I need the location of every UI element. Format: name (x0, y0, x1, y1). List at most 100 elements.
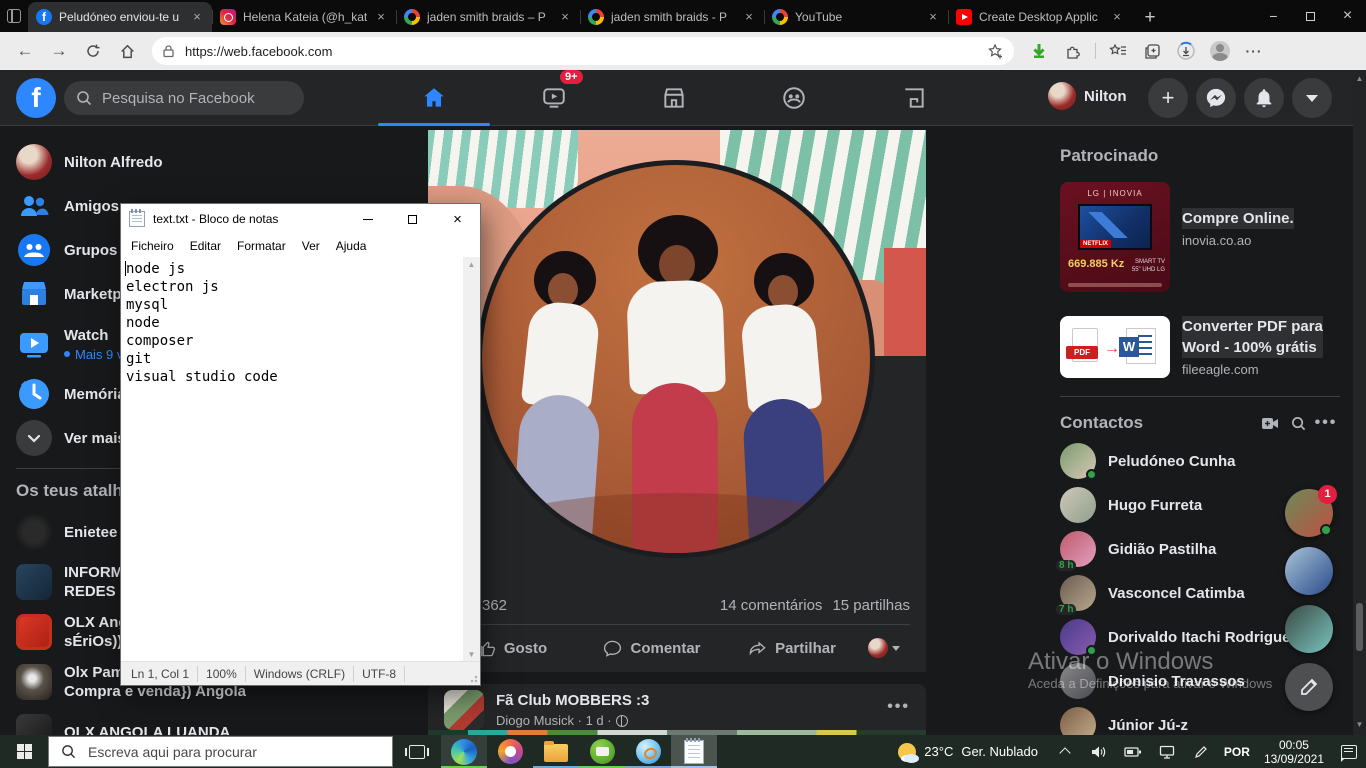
add-favorite-icon[interactable] (987, 43, 1004, 60)
page-name[interactable]: Fã Club MOBBERS :3 (496, 692, 649, 709)
taskbar-clock[interactable]: 00:05 13/09/2021 (1256, 735, 1332, 768)
notepad-close-button[interactable] (435, 204, 480, 234)
facebook-search[interactable] (64, 81, 304, 115)
sponsored-ad-lg[interactable]: LG | INOVIA NETFLIX 669.885 Kz SMART TV … (1044, 170, 1356, 292)
scroll-down-arrow[interactable]: ▼ (1353, 720, 1366, 729)
back-button[interactable]: ← (8, 36, 42, 66)
tab-close-icon[interactable] (742, 10, 756, 24)
tab-close-icon[interactable] (190, 10, 204, 24)
language-indicator[interactable]: POR (1218, 735, 1256, 768)
new-tab-button[interactable] (1136, 4, 1164, 32)
extensions-button[interactable] (1058, 36, 1088, 66)
tab-facebook[interactable]: Peludóneo enviou-te u (28, 2, 212, 32)
comment-button[interactable]: Comentar (582, 630, 722, 666)
share-button[interactable]: Partilhar (722, 630, 862, 666)
reaction-count[interactable]: 362 (482, 597, 507, 614)
scrollbar-thumb[interactable] (1356, 603, 1363, 651)
reload-button[interactable] (76, 36, 110, 66)
tab-close-icon[interactable] (926, 10, 940, 24)
notepad-minimize-button[interactable] (345, 204, 390, 234)
nav-profile[interactable]: Nilton (1048, 82, 1127, 110)
notepad-titlebar[interactable]: text.txt - Bloco de notas (121, 204, 480, 234)
pen-button[interactable] (1184, 735, 1218, 768)
taskbar-download-manager[interactable] (579, 735, 625, 768)
address-bar[interactable] (152, 37, 1014, 65)
tray-expand-button[interactable] (1048, 735, 1082, 768)
start-button[interactable] (0, 735, 48, 768)
menu-editar[interactable]: Editar (182, 239, 229, 253)
taskbar-edge[interactable] (441, 735, 487, 768)
new-message-button[interactable] (1285, 663, 1333, 711)
comment-count[interactable]: 14 comentários (720, 597, 823, 614)
tab-close-icon[interactable] (374, 10, 388, 24)
taskbar-file-explorer[interactable] (533, 735, 579, 768)
window-minimize-button[interactable] (1255, 0, 1292, 32)
taskbar-search-input[interactable] (86, 743, 346, 761)
taskbar-media-player[interactable] (487, 735, 533, 768)
chat-head[interactable] (1285, 547, 1333, 595)
post-menu-button[interactable] (887, 698, 910, 716)
tab-google-search-2[interactable]: jaden smith braids - P (580, 2, 764, 32)
scroll-up-arrow[interactable]: ▲ (1353, 74, 1366, 83)
sponsored-ad-pdf[interactable]: PDF W Converter PDF paraWord - 100% grát… (1044, 304, 1356, 378)
tab-watch[interactable]: 9+ (498, 74, 610, 122)
facebook-logo[interactable] (16, 78, 56, 118)
tab-close-icon[interactable] (558, 10, 572, 24)
settings-menu-button[interactable] (1239, 36, 1269, 66)
tab-home[interactable] (378, 74, 490, 122)
resize-grip[interactable] (470, 675, 478, 683)
network-button[interactable] (1150, 735, 1184, 768)
menu-ver[interactable]: Ver (294, 239, 328, 253)
sidebar-item-profile[interactable]: Nilton Alfredo (8, 140, 412, 184)
notifications-button[interactable] (1244, 78, 1284, 118)
tab-youtube-video[interactable]: Create Desktop Applic (948, 2, 1132, 32)
home-button[interactable] (110, 36, 144, 66)
profile-button[interactable] (1205, 36, 1235, 66)
menu-ajuda[interactable]: Ajuda (328, 239, 375, 253)
comment-as-selector[interactable] (868, 638, 900, 658)
create-button[interactable] (1148, 78, 1188, 118)
tab-gaming[interactable] (858, 74, 970, 122)
volume-button[interactable] (1082, 735, 1116, 768)
contact-row[interactable]: Peludóneo Cunha (1044, 439, 1356, 483)
scroll-up-arrow[interactable]: ▲ (463, 257, 480, 273)
page-avatar[interactable] (444, 690, 484, 730)
chat-head[interactable] (1285, 605, 1333, 653)
account-menu-button[interactable] (1292, 78, 1332, 118)
new-room-button[interactable] (1256, 409, 1284, 437)
notepad-maximize-button[interactable] (390, 204, 435, 234)
tab-google-search-1[interactable]: jaden smith braids – P (396, 2, 580, 32)
url-input[interactable] (183, 43, 979, 60)
window-close-button[interactable] (1329, 0, 1366, 32)
chat-head[interactable]: 1 (1285, 489, 1333, 537)
tab-marketplace[interactable] (618, 74, 730, 122)
taskbar-weather[interactable]: 23°C Ger. Nublado (888, 735, 1048, 768)
facebook-search-input[interactable] (100, 89, 280, 108)
forward-button[interactable]: → (42, 36, 76, 66)
tab-youtube-search[interactable]: YouTube (764, 2, 948, 32)
idm-extension-button[interactable] (1024, 36, 1054, 66)
notepad-scrollbar[interactable]: ▲ ▼ (463, 257, 480, 663)
taskbar-search[interactable] (48, 736, 393, 767)
tab-close-icon[interactable] (1110, 10, 1124, 24)
taskbar-browser-globe[interactable] (625, 735, 671, 768)
search-contacts-button[interactable] (1284, 409, 1312, 437)
tab-instagram[interactable]: Helena Kateia (@h_kat (212, 2, 396, 32)
tab-groups[interactable] (738, 74, 850, 122)
action-center-button[interactable] (1332, 735, 1366, 768)
task-view-button[interactable] (393, 735, 441, 768)
favorites-button[interactable] (1103, 36, 1133, 66)
downloads-button[interactable] (1171, 36, 1201, 66)
contacts-options-button[interactable] (1312, 409, 1340, 437)
tab-actions-button[interactable] (0, 0, 28, 32)
collections-button[interactable] (1137, 36, 1167, 66)
window-maximize-button[interactable] (1292, 0, 1329, 32)
browser-scrollbar[interactable]: ▲ ▼ (1353, 70, 1366, 735)
share-count[interactable]: 15 partilhas (832, 597, 910, 614)
taskbar-notepad[interactable] (671, 735, 717, 768)
power-button[interactable] (1116, 735, 1150, 768)
post-profile-photo[interactable] (477, 160, 875, 558)
menu-formatar[interactable]: Formatar (229, 239, 294, 253)
menu-ficheiro[interactable]: Ficheiro (123, 239, 182, 253)
messenger-button[interactable] (1196, 78, 1236, 118)
